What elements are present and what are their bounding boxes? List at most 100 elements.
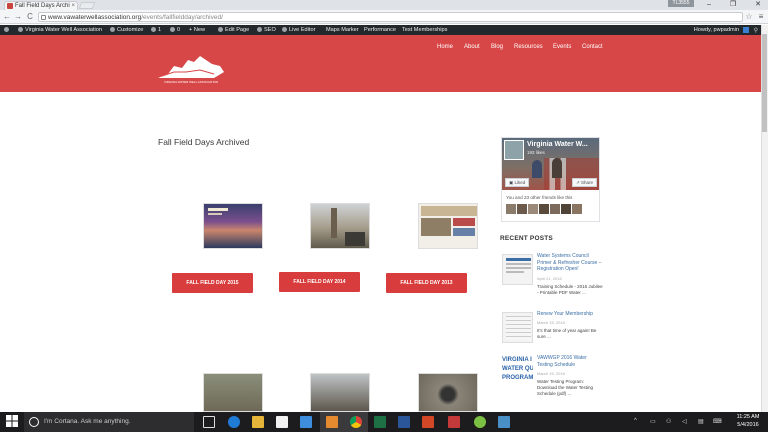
admin-avatar[interactable] xyxy=(743,27,749,33)
nav-blog[interactable]: Blog xyxy=(491,44,503,50)
message-icon[interactable]: ▤ xyxy=(698,418,704,425)
admin-live-editor[interactable]: Live Editor xyxy=(282,25,315,35)
admin-howdy[interactable]: Howdy, pwpadmin xyxy=(694,25,739,35)
post-3-excerpt: Water Testing Program: Download the Wate… xyxy=(537,379,594,396)
fall-field-day-2014-thumbnail[interactable] xyxy=(310,203,370,249)
quickbooks-icon[interactable] xyxy=(474,416,486,428)
browser-tab[interactable]: Fall Field Days Archi × xyxy=(4,1,78,10)
facebook-share-button[interactable]: ↗ Share xyxy=(572,178,598,187)
tray-chevron-icon[interactable]: ^ xyxy=(634,418,637,424)
nav-resources[interactable]: Resources xyxy=(514,44,543,50)
task-view-icon[interactable] xyxy=(203,416,215,428)
post-3-thumb-line-1: VIRGINIA I xyxy=(502,357,532,363)
admin-new[interactable]: + New xyxy=(189,25,205,35)
powerpoint-icon[interactable] xyxy=(422,416,434,428)
updates-icon xyxy=(151,26,156,32)
facebook-page-avatar[interactable] xyxy=(504,140,524,160)
fall-field-day-2013-button[interactable]: FALL FIELD DAY 2013 xyxy=(386,273,467,293)
word-icon[interactable] xyxy=(398,416,410,428)
scrollbar-thumb[interactable] xyxy=(762,34,767,132)
file-explorer-icon[interactable] xyxy=(252,416,264,428)
browser-titlebar xyxy=(0,0,768,10)
archive-thumbnail-row2-2[interactable] xyxy=(310,373,370,412)
fall-field-day-2015-button[interactable]: FALL FIELD DAY 2015 xyxy=(172,273,253,293)
fall-field-day-2014-button[interactable]: FALL FIELD DAY 2014 xyxy=(279,272,360,292)
home-icon xyxy=(18,26,23,32)
fall-field-day-2015-thumbnail[interactable] xyxy=(203,203,263,249)
live-editor-icon xyxy=(282,26,287,32)
url-domain: www.vawaterwellassociation.org xyxy=(48,14,142,21)
post-3-title[interactable]: VAWWGP 2016 Water Testing Schedule xyxy=(537,355,603,368)
user-profile-badge[interactable]: TL3555 xyxy=(668,0,694,7)
edge-browser-icon[interactable] xyxy=(228,416,240,428)
home-app-icon[interactable] xyxy=(326,416,338,428)
facebook-friend-faces xyxy=(506,204,582,215)
post-1-date: April 21, 2016 xyxy=(537,276,562,281)
site-logo[interactable]: VIRGINIA WATER WELL ASSOCIATION xyxy=(154,52,228,86)
maximize-icon[interactable]: ❐ xyxy=(726,0,740,9)
post-1-title[interactable]: Water Systems Council Primer & Refresher… xyxy=(537,253,603,273)
admin-customize[interactable]: Customize xyxy=(110,25,143,35)
minimize-icon[interactable]: – xyxy=(702,0,716,9)
site-header xyxy=(0,35,761,92)
cortana-search-box[interactable]: I'm Cortana. Ask me anything. xyxy=(24,412,194,432)
page-info-icon[interactable] xyxy=(41,15,46,20)
taskbar-clock[interactable]: 11:25 AM 5/4/2016 xyxy=(728,413,768,429)
nav-home[interactable]: Home xyxy=(437,44,453,50)
archive-thumbnail-row2-3[interactable] xyxy=(418,373,478,412)
admin-test-memberships[interactable]: Test Memberships xyxy=(402,25,447,35)
facebook-friends-text: You and 23 other friends like this xyxy=(506,195,573,200)
wordpress-logo-icon[interactable] xyxy=(4,25,11,35)
logo-text: VIRGINIA WATER WELL ASSOCIATION xyxy=(164,80,218,84)
fall-field-day-2013-thumbnail[interactable] xyxy=(418,203,478,249)
address-bar[interactable]: www.vawaterwellassociation.org/events/fa… xyxy=(38,12,743,22)
reload-icon[interactable]: C xyxy=(25,11,35,22)
language-icon[interactable]: ⌨ xyxy=(713,418,722,425)
facebook-page-name[interactable]: Virginia Water W... xyxy=(527,141,588,148)
recent-posts-heading: RECENT POSTS xyxy=(500,235,553,242)
admin-maps-marker[interactable]: Maps Marker xyxy=(326,25,359,35)
archive-thumbnail-row2-1[interactable] xyxy=(203,373,263,412)
post-3-date: March 15, 2016 xyxy=(537,371,565,376)
volume-icon[interactable]: ◁ xyxy=(682,418,687,425)
facebook-liked-button[interactable]: ▣ Liked xyxy=(505,178,530,187)
excel-icon[interactable] xyxy=(374,416,386,428)
post-2-thumbnail[interactable] xyxy=(502,312,533,343)
app-red-icon[interactable] xyxy=(448,416,460,428)
new-tab-button[interactable] xyxy=(78,2,96,9)
virginia-map-icon xyxy=(158,56,224,78)
comment-icon xyxy=(170,26,175,32)
admin-comments[interactable]: 0 xyxy=(170,25,180,35)
admin-edit-page[interactable]: Edit Page xyxy=(218,25,249,35)
nav-about[interactable]: About xyxy=(464,44,480,50)
post-2-date: March 15, 2016 xyxy=(537,320,565,325)
app-blue-icon[interactable] xyxy=(498,416,510,428)
store-icon[interactable] xyxy=(276,416,288,428)
post-1-excerpt: Training Schedule - 2016 Jubilee - Print… xyxy=(537,284,603,295)
admin-seo[interactable]: SEO xyxy=(257,25,276,35)
post-3-thumb-line-3: PROGRAM xyxy=(502,375,533,381)
admin-performance[interactable]: Performance xyxy=(364,25,396,35)
post-3-thumbnail[interactable]: VIRGINIA I WATER QU PROGRAM xyxy=(502,356,533,387)
back-arrow-icon[interactable]: ← xyxy=(2,11,12,22)
tab-close-icon[interactable]: × xyxy=(71,2,75,10)
forward-arrow-icon[interactable]: → xyxy=(13,11,23,22)
post-2-title[interactable]: Renew Your Membership xyxy=(537,311,603,318)
mail-icon[interactable] xyxy=(300,416,312,428)
admin-site-name[interactable]: Virginia Water Well Association xyxy=(18,25,102,35)
facebook-page-widget[interactable]: Virginia Water W... 193 likes ▣ Liked ↗ … xyxy=(501,137,600,222)
page-title: Fall Field Days Archived xyxy=(158,137,250,147)
people-icon[interactable]: ⚇ xyxy=(666,418,671,425)
close-window-icon[interactable]: ✕ xyxy=(751,0,765,9)
post-1-thumbnail[interactable] xyxy=(502,254,533,285)
chrome-browser-icon[interactable] xyxy=(350,416,362,428)
nav-contact[interactable]: Contact xyxy=(582,44,603,50)
tab-favicon-icon xyxy=(7,3,13,9)
network-icon[interactable]: ▭ xyxy=(650,418,656,425)
admin-updates[interactable]: 1 xyxy=(151,25,161,35)
nav-events[interactable]: Events xyxy=(553,44,571,50)
bookmark-star-icon[interactable]: ☆ xyxy=(744,11,754,22)
windows-start-icon[interactable] xyxy=(6,415,18,427)
browser-menu-icon[interactable]: ≡ xyxy=(756,11,766,22)
clock-date: 5/4/2016 xyxy=(737,422,759,428)
